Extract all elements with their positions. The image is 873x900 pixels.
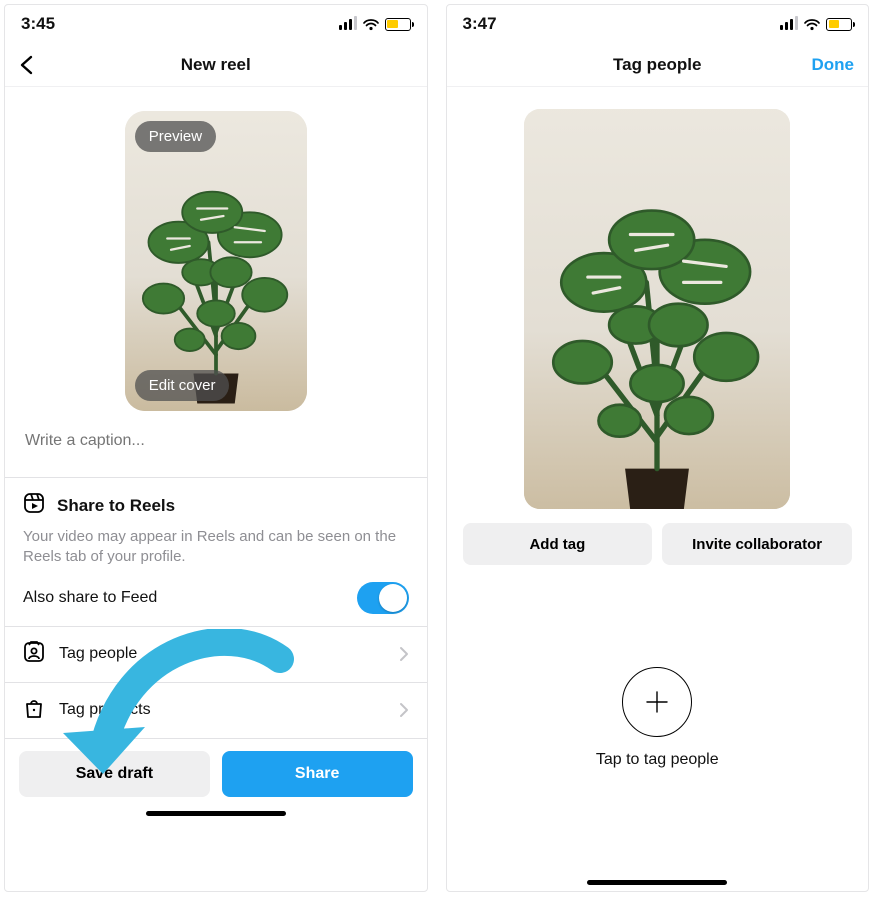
home-indicator[interactable]	[146, 811, 286, 816]
nav-bar: New reel	[5, 43, 427, 87]
tag-products-icon	[23, 697, 45, 724]
caption-section	[5, 425, 427, 478]
status-bar: 3:45	[5, 5, 427, 43]
nav-title: Tag people	[447, 55, 869, 75]
preview-button[interactable]: Preview	[135, 121, 216, 152]
reels-icon	[23, 492, 45, 519]
save-draft-button[interactable]: Save draft	[19, 751, 210, 797]
cell-signal-icon	[339, 18, 357, 30]
tag-people-label: Tag people	[59, 645, 385, 663]
cell-signal-icon	[780, 18, 798, 30]
share-to-reels-subtitle: Your video may appear in Reels and can b…	[23, 527, 409, 568]
status-time: 3:45	[21, 14, 55, 34]
wifi-icon	[804, 18, 820, 31]
bottom-actions: Save draft Share	[5, 739, 427, 801]
media-preview[interactable]	[524, 109, 790, 509]
share-button[interactable]: Share	[222, 751, 413, 797]
caption-input[interactable]	[23, 431, 409, 451]
status-time: 3:47	[463, 14, 497, 34]
also-share-feed-toggle[interactable]	[357, 582, 409, 614]
also-share-feed-label: Also share to Feed	[23, 589, 157, 607]
status-indicators	[339, 18, 411, 31]
battery-icon	[826, 18, 852, 31]
tag-products-label: Tag products	[59, 701, 385, 719]
nav-title: New reel	[5, 55, 427, 75]
tag-people-icon	[23, 641, 45, 668]
status-indicators	[780, 18, 852, 31]
status-bar: 3:47	[447, 5, 869, 43]
home-indicator[interactable]	[587, 880, 727, 885]
chevron-right-icon	[399, 702, 409, 718]
edit-cover-button[interactable]: Edit cover	[135, 370, 230, 401]
plus-icon	[622, 667, 692, 737]
thumbnail-image	[125, 111, 307, 411]
reel-thumbnail[interactable]: Preview Edit cover	[125, 111, 307, 411]
nav-bar: Tag people Done	[447, 43, 869, 87]
media-image	[524, 109, 790, 509]
invite-collaborator-button[interactable]: Invite collaborator	[662, 523, 852, 565]
share-to-reels-section: Share to Reels Your video may appear in …	[5, 478, 427, 627]
tag-actions-row: Add tag Invite collaborator	[447, 523, 869, 565]
tap-to-tag-label: Tap to tag people	[596, 751, 719, 769]
chevron-right-icon	[399, 646, 409, 662]
tag-people-row[interactable]: Tag people	[5, 627, 427, 683]
new-reel-screen: 3:45 New reel Preview Edit cover Share t…	[4, 4, 428, 892]
tap-to-tag-zone[interactable]: Tap to tag people	[447, 565, 869, 870]
tag-products-row[interactable]: Tag products	[5, 683, 427, 739]
wifi-icon	[363, 18, 379, 31]
battery-icon	[385, 18, 411, 31]
add-tag-button[interactable]: Add tag	[463, 523, 653, 565]
tag-people-screen: 3:47 Tag people Done Add tag Invite coll…	[446, 4, 870, 892]
share-to-reels-title: Share to Reels	[57, 496, 175, 516]
